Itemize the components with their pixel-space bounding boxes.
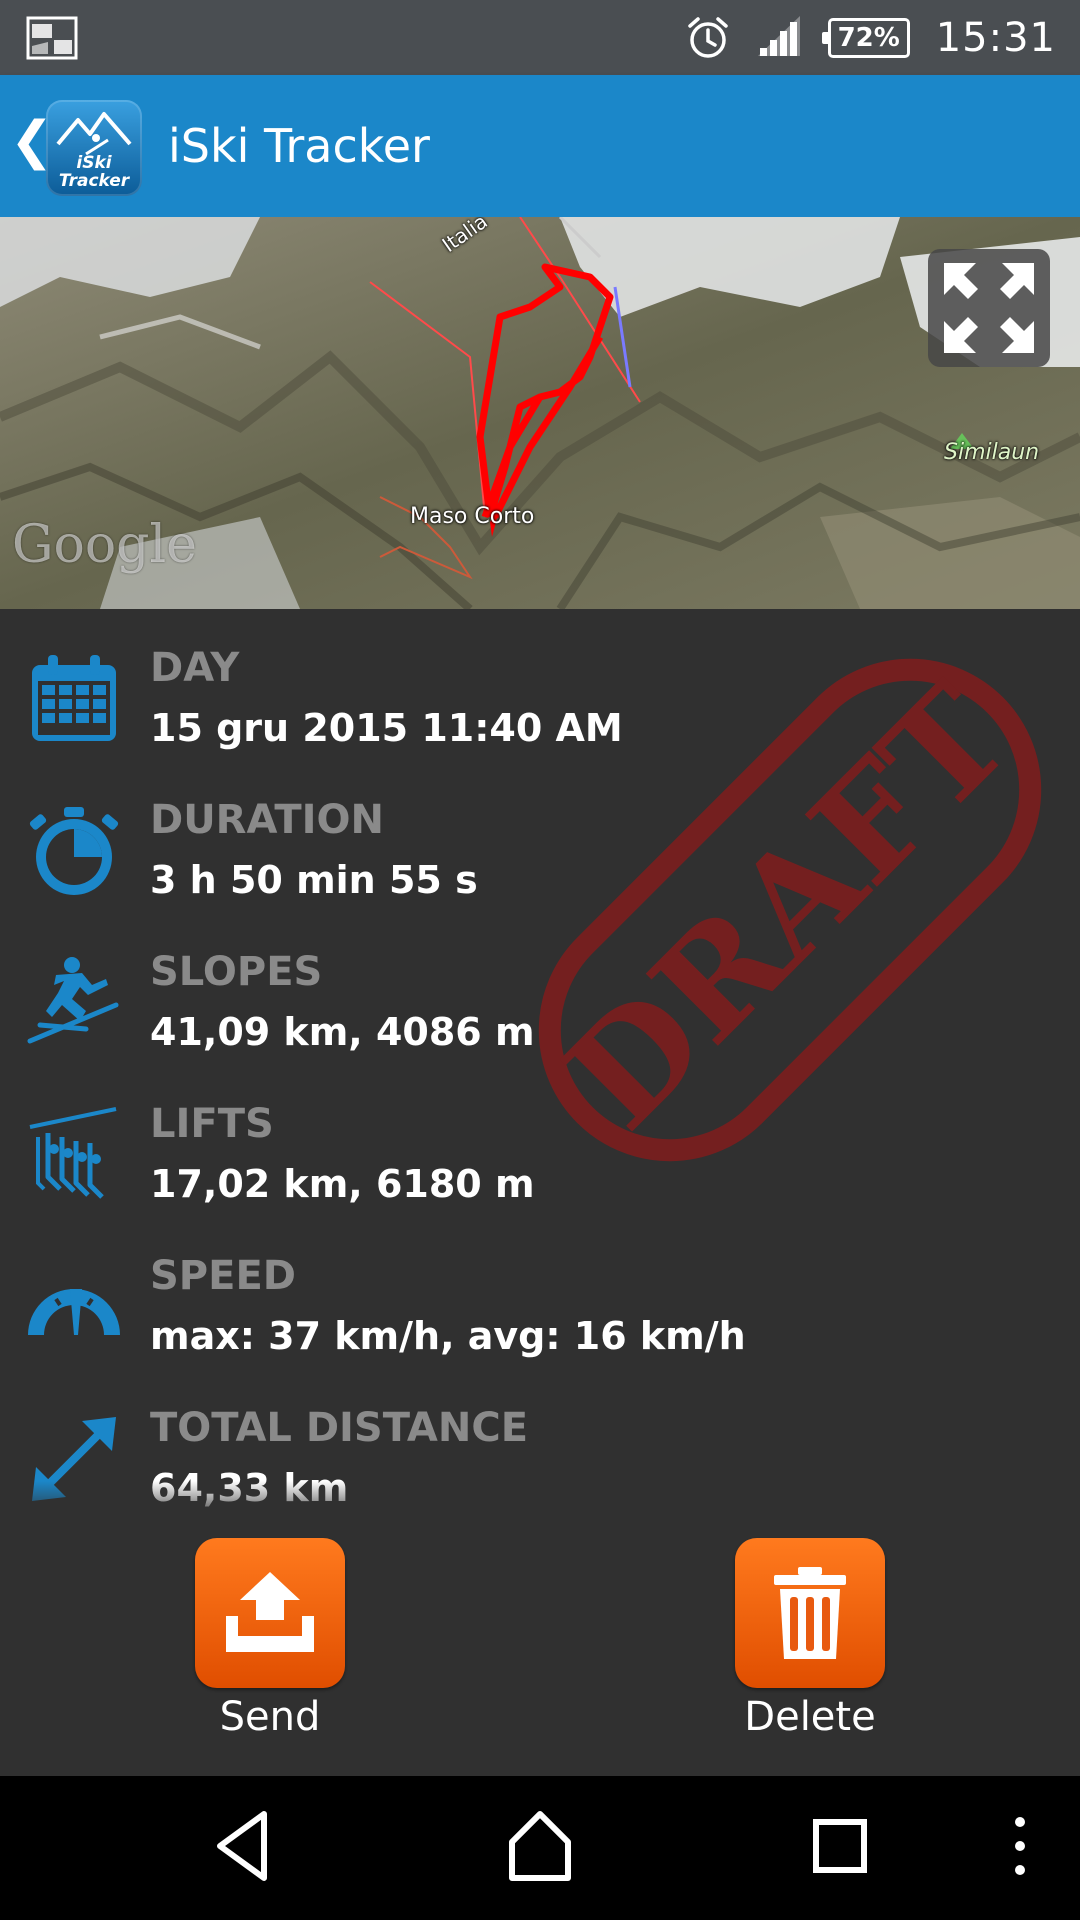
fullscreen-button[interactable] (928, 249, 1050, 367)
back-icon[interactable] (212, 1808, 272, 1884)
delete-label: Delete (744, 1694, 876, 1740)
stat-label: SPEED (150, 1253, 296, 1299)
home-icon[interactable] (506, 1808, 574, 1884)
stat-label: DURATION (150, 797, 384, 843)
stat-row-speed: SPEED max: 37 km/h, avg: 16 km/h (0, 1217, 1080, 1369)
app-logo-line2: Tracker (58, 171, 130, 191)
status-bar: R 72% 15:31 (0, 0, 1080, 75)
map-label-town: Maso Corto (410, 504, 535, 529)
stopwatch-icon (29, 807, 119, 895)
stat-value: max: 37 km/h, avg: 16 km/h (150, 1314, 746, 1358)
satellite-map[interactable]: Italia Maso Corto Similaun Google (0, 217, 1080, 609)
list-fade (0, 1481, 1080, 1509)
calendar-icon (32, 655, 116, 741)
skier-icon (27, 957, 119, 1044)
signal-icon: R (756, 14, 802, 62)
delete-action[interactable]: Delete (735, 1538, 885, 1740)
stat-row-duration: DURATION 3 h 50 min 55 s (0, 761, 1080, 913)
expand-icon (944, 263, 1034, 353)
app-logo-line1: iSki (76, 153, 112, 173)
stat-label: SLOPES (150, 949, 323, 995)
app-logo[interactable]: iSki Tracker (46, 100, 142, 196)
send-action[interactable]: Send (195, 1538, 345, 1740)
status-clock: 15:31 (935, 14, 1056, 61)
battery-icon: 72% (821, 17, 910, 58)
stat-row-lifts: LIFTS 17,02 km, 6180 m (0, 1065, 1080, 1217)
overflow-menu-icon[interactable] (1008, 1808, 1032, 1884)
system-nav-bar (0, 1776, 1080, 1920)
stat-value: 15 gru 2015 11:40 AM (150, 706, 623, 750)
map-label-peak: Similaun (944, 440, 1040, 465)
speedometer-icon (28, 1289, 120, 1335)
app-bar: ❮ iSki Tracker iSki Tracker (0, 75, 1080, 217)
stat-label: DAY (150, 645, 240, 691)
chairlift-icon (29, 1107, 117, 1199)
stat-row-day: DAY 15 gru 2015 11:40 AM (0, 609, 1080, 761)
stat-value: 3 h 50 min 55 s (150, 858, 478, 902)
google-logo: Google (12, 515, 197, 575)
stat-row-slopes: SLOPES 41,09 km, 4086 m (0, 913, 1080, 1065)
send-button[interactable] (195, 1538, 345, 1688)
status-icons: R 72% 15:31 (686, 0, 1056, 75)
stats-list[interactable]: DAY 15 gru 2015 11:40 AM DURATION 3 h 50… (0, 609, 1080, 1509)
stat-label: TOTAL DISTANCE (150, 1405, 529, 1451)
battery-level: 72% (837, 22, 900, 53)
app-logo-text: iSki Tracker (46, 154, 142, 190)
stat-value: 41,09 km, 4086 m (150, 1010, 535, 1054)
notification-icon (26, 16, 78, 60)
trash-icon (774, 1567, 846, 1659)
stat-value: 17,02 km, 6180 m (150, 1162, 535, 1206)
app-title: iSki Tracker (168, 119, 430, 173)
recents-icon[interactable] (810, 1808, 870, 1884)
send-label: Send (219, 1694, 321, 1740)
delete-button[interactable] (735, 1538, 885, 1688)
stat-label: LIFTS (150, 1101, 274, 1147)
upload-icon (226, 1572, 314, 1652)
alarm-icon (687, 16, 728, 58)
